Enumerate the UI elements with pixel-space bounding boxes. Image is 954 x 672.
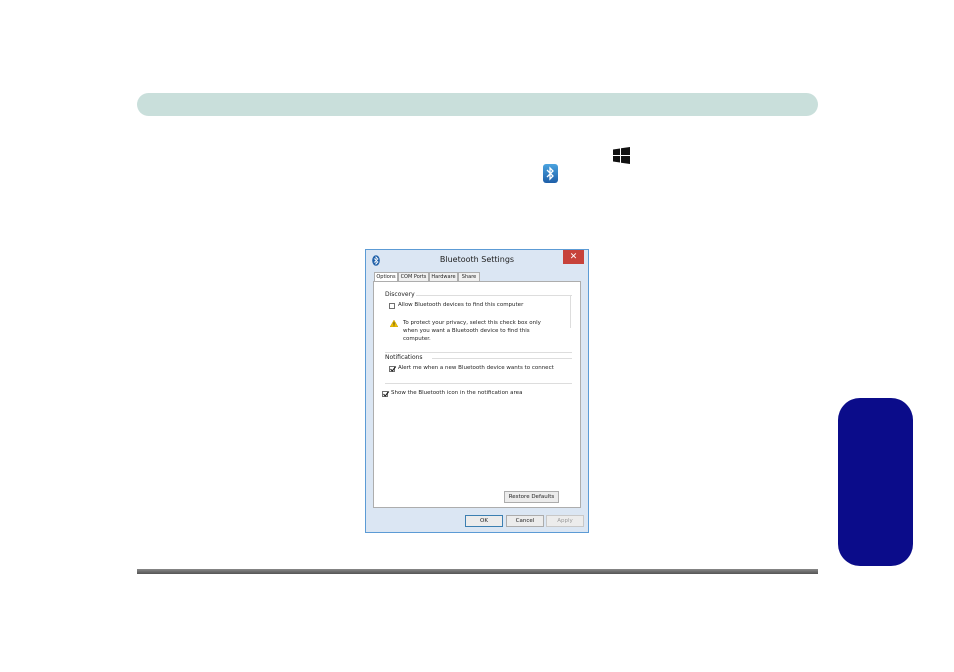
alert-new-device-label: Alert me when a new Bluetooth device wan…	[398, 365, 554, 371]
discovery-separator	[416, 295, 572, 296]
separator	[385, 352, 572, 353]
discovery-label: Discovery	[385, 291, 415, 298]
restore-defaults-button[interactable]: Restore Defaults	[504, 491, 559, 503]
title-bar[interactable]: Bluetooth Settings ✕	[366, 250, 588, 270]
notifications-label: Notifications	[385, 354, 423, 361]
side-tab	[838, 398, 913, 566]
tab-hardware[interactable]: Hardware	[429, 272, 458, 281]
ok-button[interactable]: OK	[465, 515, 503, 527]
warning-icon	[390, 320, 398, 327]
header-bar	[137, 93, 818, 116]
bluetooth-settings-dialog: Bluetooth Settings ✕ Options COM Ports H…	[365, 249, 589, 533]
cancel-button[interactable]: Cancel	[506, 515, 544, 527]
allow-discovery-label: Allow Bluetooth devices to find this com…	[398, 302, 524, 308]
checkmark-icon	[383, 391, 390, 397]
alert-new-device-checkbox[interactable]	[389, 366, 397, 372]
options-panel: Discovery Allow Bluetooth devices to fin…	[373, 281, 581, 508]
windows-logo-icon	[613, 147, 630, 164]
show-icon-label: Show the Bluetooth icon in the notificat…	[391, 390, 523, 396]
tab-share[interactable]: Share	[458, 272, 480, 281]
discovery-right-border	[570, 295, 571, 328]
tab-com-ports[interactable]: COM Ports	[398, 272, 429, 281]
show-icon-checkbox[interactable]	[382, 391, 390, 397]
allow-discovery-checkbox[interactable]	[389, 303, 395, 309]
footer-bar	[137, 569, 818, 574]
dialog-title: Bluetooth Settings	[439, 255, 515, 264]
apply-button[interactable]: Apply	[546, 515, 584, 527]
notifications-separator	[432, 358, 572, 359]
bluetooth-icon	[543, 164, 558, 183]
separator	[385, 383, 572, 384]
checkmark-icon	[390, 366, 397, 372]
privacy-info-text: To protect your privacy, select this che…	[403, 320, 541, 342]
close-button[interactable]: ✕	[563, 250, 584, 264]
